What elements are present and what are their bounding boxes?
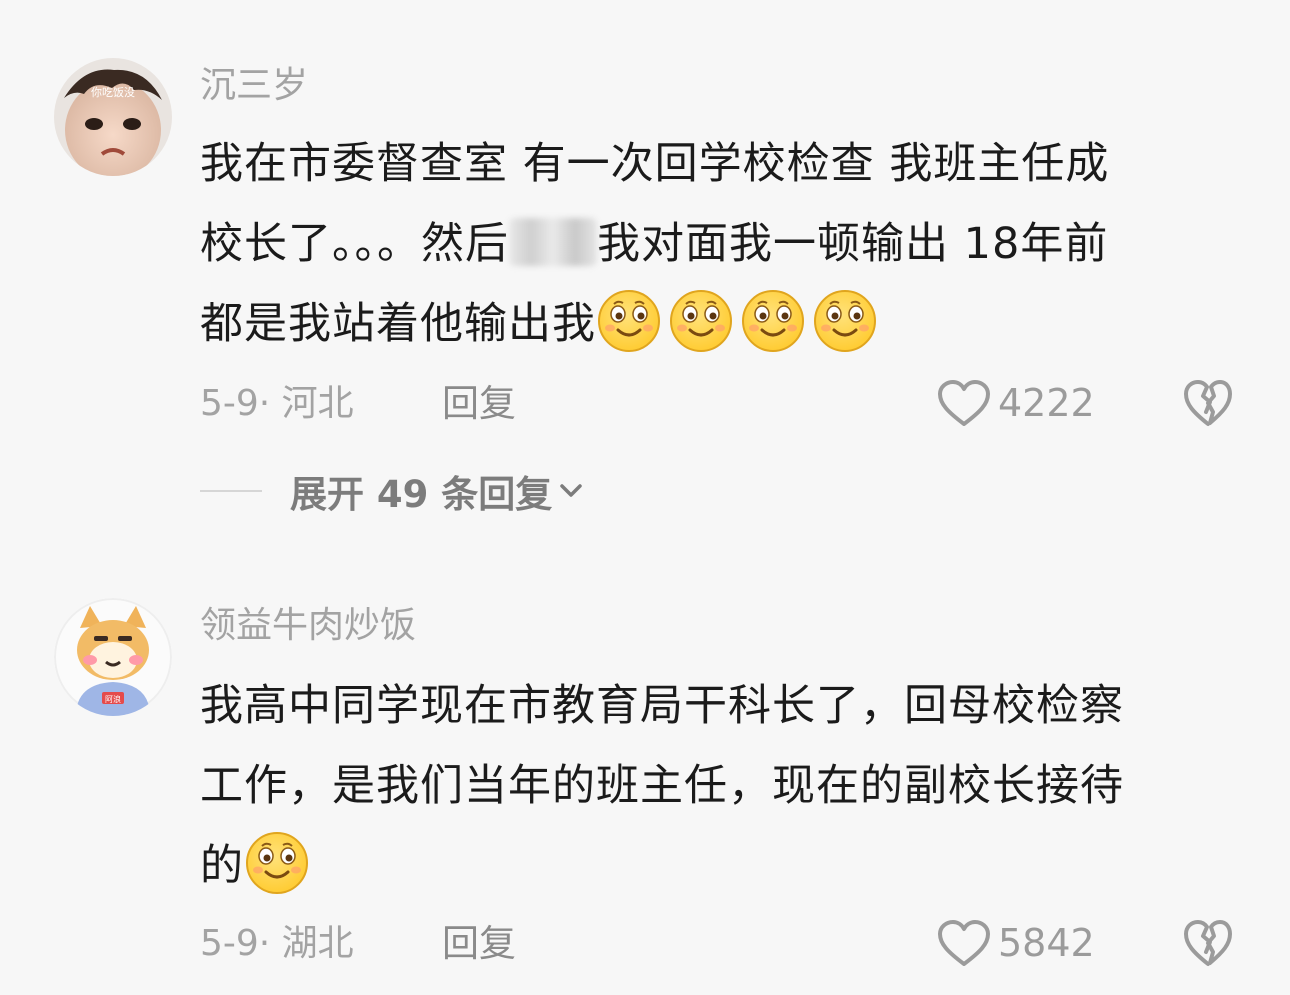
reply-button[interactable]: 回复 [442,382,516,426]
dislike-button[interactable] [1182,918,1234,968]
avatar-caption: 你吃饭没 [91,86,135,99]
heart-outline-icon [938,920,990,966]
like-button[interactable]: 5842 [936,918,1095,968]
emoji-group [244,832,316,894]
comment-line-part: 的 [200,841,244,891]
divider-line [200,490,262,492]
smile-emoji-icon [742,290,804,352]
smile-emoji-icon [598,290,660,352]
comment-line: 工作，是我们当年的班主任，现在的副校长接待 [200,761,1124,811]
avatar-caption: 阿浪 [105,694,121,704]
dislike-button[interactable] [1182,378,1234,428]
emoji-group [596,290,884,352]
like-count: 4222 [998,381,1095,425]
comment-line-part: 校长了。。。然后 [200,219,509,269]
broken-heart-icon [1184,380,1232,426]
comment-line: 的 [200,826,1250,906]
user-avatar[interactable]: 你吃饭没 [54,58,172,176]
user-avatar[interactable]: 阿浪 [54,598,172,716]
comment-line-part: 我对面我一顿输出 18年前 [597,219,1109,269]
smile-emoji-icon [670,290,732,352]
broken-heart-icon [1184,920,1232,966]
comment-date-location: 5-9· 湖北 [200,923,354,964]
comment-text: 我高中同学现在市教育局干科长了，回母校检察 工作，是我们当年的班主任，现在的副校… [200,666,1250,906]
blurred-text-mark [509,218,597,266]
expand-replies-label: 展开 49 条回复 [290,473,553,516]
comment-username[interactable]: 沉三岁 [200,64,308,108]
comment-line-part: 都是我站着他输出我 [200,299,596,349]
heart-outline-icon [938,380,990,426]
like-count: 5842 [998,921,1095,965]
reply-button[interactable]: 回复 [442,922,516,966]
comment-date-location: 5-9· 河北 [200,383,354,424]
comment-line: 校长了。。。然后 我对面我一顿输出 18年前 [200,204,1250,284]
like-button[interactable]: 4222 [936,378,1095,428]
expand-replies-button[interactable]: 展开 49 条回复 [200,466,586,516]
comment-line: 我在市委督查室 有一次回学校检查 我班主任成 [200,139,1110,189]
comment-username[interactable]: 领益牛肉炒饭 [200,604,416,648]
smile-emoji-icon [246,832,308,894]
smile-emoji-icon [814,290,876,352]
chevron-down-icon [560,484,583,497]
comment-text: 我在市委督查室 有一次回学校检查 我班主任成 校长了。。。然后 我对面我一顿输出 … [200,124,1250,364]
comment-line: 我高中同学现在市教育局干科长了，回母校检察 [200,681,1124,731]
comment-line: 都是我站着他输出我 [200,284,1250,364]
